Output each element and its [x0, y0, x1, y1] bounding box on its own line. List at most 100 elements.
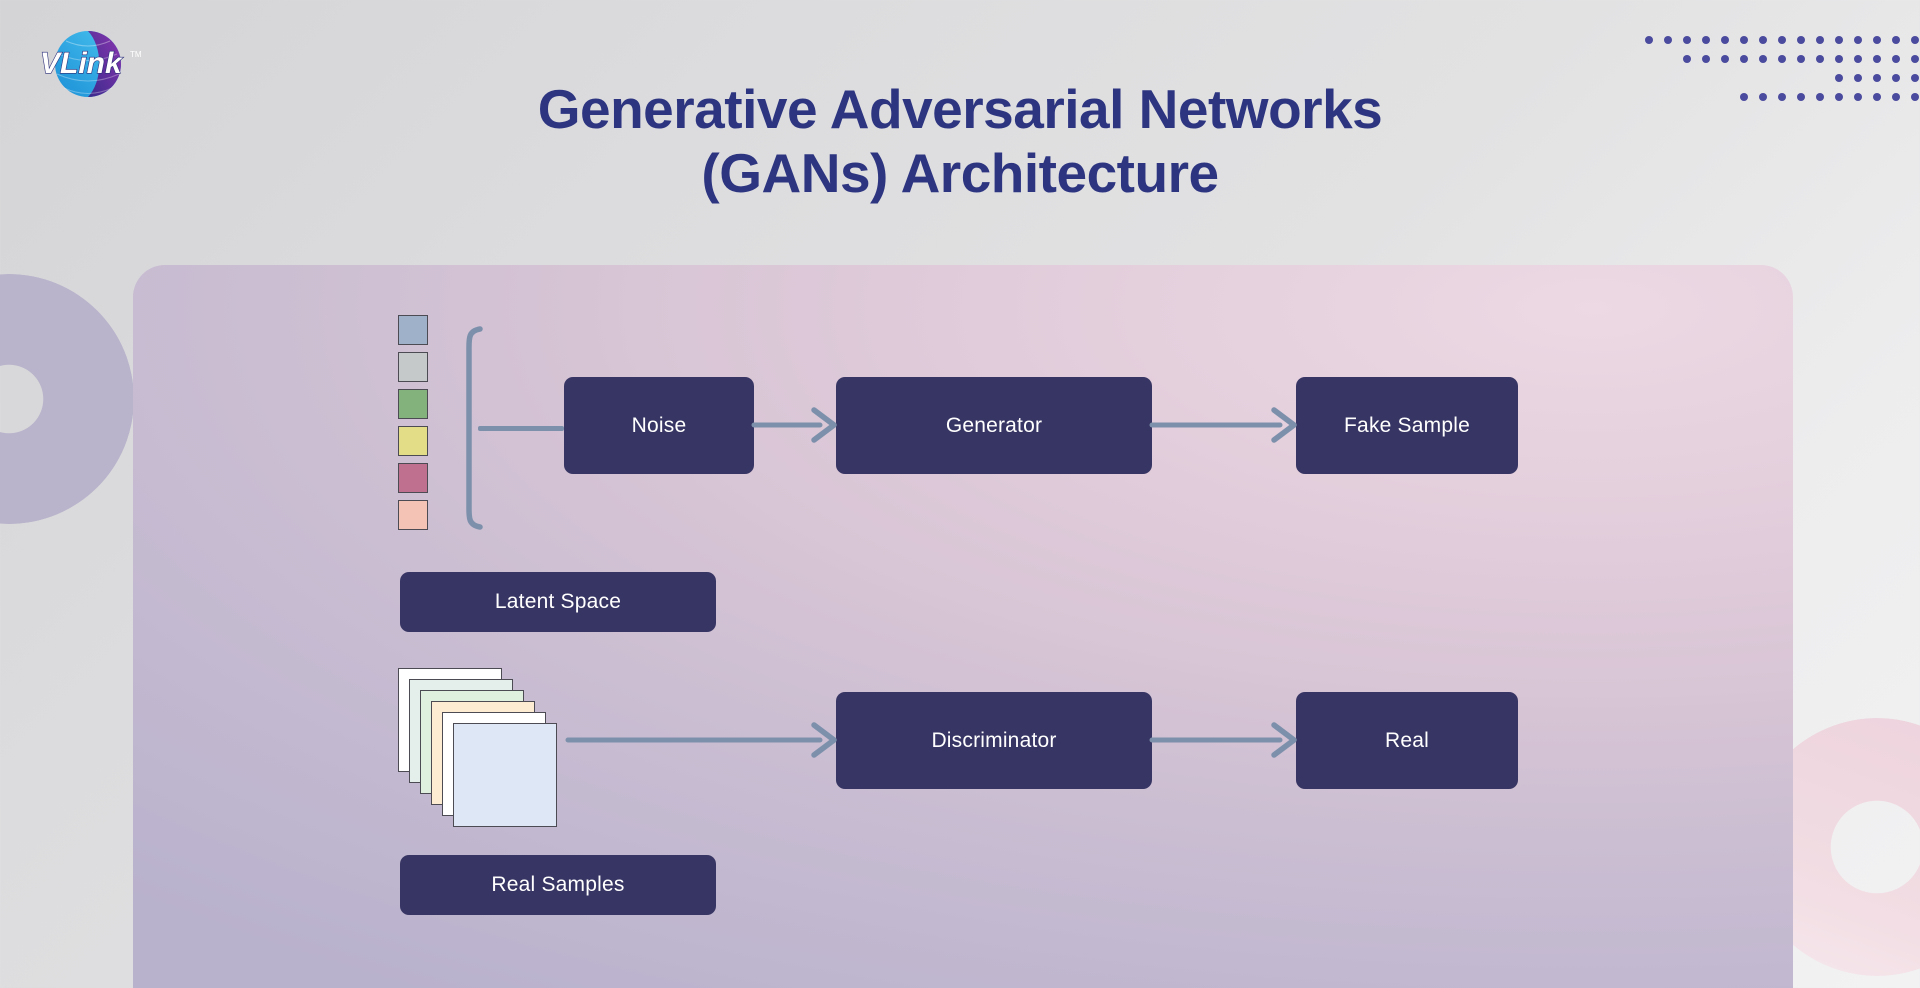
- latent-square: [398, 389, 428, 419]
- grid-dot: [1721, 54, 1729, 63]
- grid-dot: [1911, 35, 1919, 44]
- page-title-line-2: (GANs) Architecture: [701, 142, 1219, 205]
- grid-dot: [1721, 35, 1729, 44]
- node-latent-space[interactable]: Latent Space: [400, 572, 716, 632]
- dot-grid-row: [1645, 49, 1920, 68]
- dot-spacer: [1645, 93, 1653, 101]
- arrow-generator-to-fake-sample: [1149, 407, 1300, 443]
- grid-dot: [1816, 35, 1824, 44]
- dot-spacer: [1683, 93, 1691, 101]
- dot-spacer: [1645, 55, 1653, 63]
- dot-spacer: [1759, 74, 1767, 82]
- grid-dot: [1892, 73, 1900, 82]
- arrow-discriminator-to-real: [1149, 722, 1300, 758]
- dot-spacer: [1721, 93, 1729, 101]
- grid-dot: [1740, 92, 1748, 101]
- latent-square: [398, 463, 428, 493]
- grid-dot: [1873, 73, 1881, 82]
- grid-dot: [1911, 73, 1919, 82]
- diagram-panel: [133, 265, 1793, 988]
- grid-dot: [1835, 92, 1843, 101]
- grid-dot: [1854, 54, 1862, 63]
- latent-square: [398, 315, 428, 345]
- grid-dot: [1854, 35, 1862, 44]
- node-fake-sample-label: Fake Sample: [1344, 413, 1470, 437]
- dot-spacer: [1816, 74, 1824, 82]
- grid-dot: [1759, 92, 1767, 101]
- dot-spacer: [1778, 74, 1786, 82]
- node-fake-sample[interactable]: Fake Sample: [1296, 377, 1518, 474]
- grid-dot: [1873, 54, 1881, 63]
- latent-square: [398, 500, 428, 530]
- grid-dot: [1911, 54, 1919, 63]
- grid-dot: [1816, 92, 1824, 101]
- decorative-dot-grid: [1645, 30, 1920, 106]
- grid-dot: [1740, 54, 1748, 63]
- dot-spacer: [1664, 93, 1672, 101]
- page-title-line-1: Generative Adversarial Networks: [537, 77, 1383, 140]
- dot-spacer: [1645, 74, 1653, 82]
- dot-grid-row: [1645, 30, 1920, 49]
- grid-dot: [1892, 54, 1900, 63]
- dot-spacer: [1683, 74, 1691, 82]
- grid-dot: [1797, 54, 1805, 63]
- grid-dot: [1835, 54, 1843, 63]
- node-real[interactable]: Real: [1296, 692, 1518, 789]
- dot-spacer: [1721, 74, 1729, 82]
- grid-dot: [1778, 35, 1786, 44]
- grid-dot: [1873, 35, 1881, 44]
- grid-dot: [1740, 35, 1748, 44]
- grid-dot: [1873, 92, 1881, 101]
- node-real-label: Real: [1385, 728, 1429, 752]
- grid-dot: [1835, 35, 1843, 44]
- latent-square: [398, 426, 428, 456]
- decorative-ring-left: [0, 274, 134, 524]
- grid-dot: [1759, 54, 1767, 63]
- node-noise[interactable]: Noise: [564, 377, 754, 474]
- grid-dot: [1854, 73, 1862, 82]
- svg-text:TM: TM: [130, 50, 142, 59]
- dot-grid-row: [1645, 87, 1920, 106]
- grid-dot: [1854, 92, 1862, 101]
- grid-dot: [1759, 35, 1767, 44]
- grid-dot: [1892, 35, 1900, 44]
- grid-dot: [1683, 35, 1691, 44]
- latent-space-squares: [398, 315, 428, 537]
- grid-dot: [1911, 92, 1919, 101]
- node-discriminator-label: Discriminator: [931, 728, 1057, 752]
- grid-dot: [1683, 54, 1691, 63]
- dot-spacer: [1740, 74, 1748, 82]
- arrow-real-samples-to-discriminator: [565, 722, 840, 758]
- grid-dot: [1892, 92, 1900, 101]
- dot-spacer: [1664, 55, 1672, 63]
- node-noise-label: Noise: [631, 413, 687, 437]
- node-discriminator[interactable]: Discriminator: [836, 692, 1152, 789]
- node-real-samples-label: Real Samples: [491, 873, 625, 896]
- real-sample-card: [453, 723, 557, 827]
- node-real-samples[interactable]: Real Samples: [400, 855, 716, 915]
- dot-spacer: [1797, 74, 1805, 82]
- grid-dot: [1702, 54, 1710, 63]
- vlink-wordmark: VLink TM: [39, 46, 142, 80]
- latent-to-noise-connector: [478, 426, 564, 431]
- page-title: Generative Adversarial Networks (GANs) A…: [0, 77, 1920, 206]
- arrow-noise-to-generator: [751, 407, 840, 443]
- node-generator-label: Generator: [945, 413, 1043, 437]
- grid-dot: [1664, 35, 1672, 44]
- svg-text:VLink: VLink: [40, 47, 123, 80]
- grid-dot: [1816, 54, 1824, 63]
- node-generator[interactable]: Generator: [836, 377, 1152, 474]
- grid-dot: [1797, 35, 1805, 44]
- dot-spacer: [1702, 93, 1710, 101]
- grid-dot: [1797, 92, 1805, 101]
- dot-spacer: [1664, 74, 1672, 82]
- grid-dot: [1835, 73, 1843, 82]
- grid-dot: [1645, 35, 1653, 44]
- grid-dot: [1702, 35, 1710, 44]
- dot-grid-row: [1645, 68, 1920, 87]
- grid-dot: [1778, 54, 1786, 63]
- latent-square: [398, 352, 428, 382]
- node-latent-space-label: Latent Space: [494, 590, 622, 613]
- grid-dot: [1778, 92, 1786, 101]
- real-samples-stack: [398, 668, 568, 828]
